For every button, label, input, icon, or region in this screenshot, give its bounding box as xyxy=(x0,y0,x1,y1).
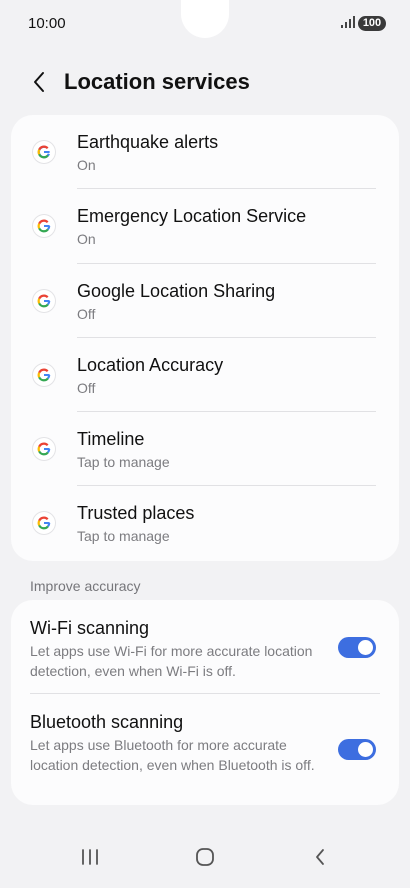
home-button[interactable] xyxy=(185,842,225,872)
row-title: Emergency Location Service xyxy=(77,206,307,227)
back-button[interactable] xyxy=(26,68,52,96)
row-subtitle: Off xyxy=(77,305,96,322)
google-icon xyxy=(33,512,55,535)
row-title: Google Location Sharing xyxy=(77,280,276,301)
row-subtitle: Off xyxy=(77,379,96,396)
google-icon xyxy=(33,289,55,312)
page-header: Location services xyxy=(0,60,410,104)
row-title: Location Accuracy xyxy=(77,354,224,375)
google-services-card: Earthquake alerts On Emergency Location … xyxy=(11,115,399,561)
row-description: Let apps use Wi-Fi for more accurate loc… xyxy=(30,643,313,679)
list-item-trusted-places[interactable]: Trusted places Tap to manage xyxy=(11,486,399,560)
list-item-earthquake-alerts[interactable]: Earthquake alerts On xyxy=(11,115,399,190)
section-header-improve-accuracy: Improve accuracy xyxy=(30,578,141,594)
row-subtitle: Tap to manage xyxy=(77,454,170,471)
home-icon xyxy=(196,848,214,866)
google-icon xyxy=(33,363,55,386)
row-title: Bluetooth scanning xyxy=(30,712,184,732)
bluetooth-scanning-toggle[interactable] xyxy=(338,739,376,760)
toggle-knob xyxy=(358,640,373,655)
back-icon xyxy=(316,849,324,865)
list-item-location-accuracy[interactable]: Location Accuracy Off xyxy=(11,338,399,413)
list-item-emergency-location-service[interactable]: Emergency Location Service On xyxy=(11,189,399,264)
row-title: Trusted places xyxy=(77,503,195,524)
row-subtitle: On xyxy=(77,231,96,248)
signal-icon xyxy=(341,16,355,28)
google-icon xyxy=(33,438,55,461)
wifi-scanning-toggle[interactable] xyxy=(338,637,376,658)
google-icon xyxy=(33,215,55,238)
list-item-wifi-scanning[interactable]: Wi-Fi scanning Let apps use Wi-Fi for mo… xyxy=(11,600,399,694)
recents-icon xyxy=(82,849,98,865)
nav-back-button[interactable] xyxy=(300,842,340,872)
row-subtitle: On xyxy=(77,157,96,173)
page-title: Location services xyxy=(64,69,250,94)
row-description: Let apps use Bluetooth for more accurate… xyxy=(30,737,315,773)
row-title: Timeline xyxy=(77,429,145,450)
battery-badge: 100 xyxy=(358,16,386,31)
row-title: Earthquake alerts xyxy=(77,132,219,152)
improve-accuracy-card: Wi-Fi scanning Let apps use Wi-Fi for mo… xyxy=(11,600,399,805)
chevron-left-icon xyxy=(34,72,44,92)
status-time: 10:00 xyxy=(28,15,66,32)
row-title: Wi-Fi scanning xyxy=(30,618,150,638)
toggle-knob xyxy=(358,742,373,757)
status-bar: 10:00 100 xyxy=(0,0,410,48)
row-subtitle: Tap to manage xyxy=(77,528,170,545)
google-icon xyxy=(33,141,55,163)
list-item-google-location-sharing[interactable]: Google Location Sharing Off xyxy=(11,264,399,338)
list-item-timeline[interactable]: Timeline Tap to manage xyxy=(11,412,399,487)
recents-button[interactable] xyxy=(70,842,110,872)
navigation-bar xyxy=(0,828,410,888)
list-item-bluetooth-scanning[interactable]: Bluetooth scanning Let apps use Bluetoot… xyxy=(11,694,399,805)
camera-notch xyxy=(181,0,229,38)
